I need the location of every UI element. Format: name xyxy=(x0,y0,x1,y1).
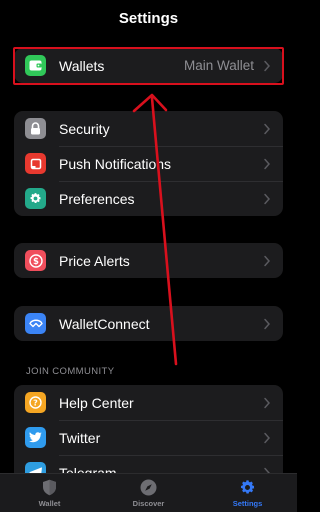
tab-label: Settings xyxy=(232,499,263,508)
twitter-icon xyxy=(25,427,46,448)
chevron-right-icon xyxy=(264,397,271,408)
shield-icon xyxy=(43,479,56,496)
svg-text:?: ? xyxy=(33,399,38,408)
price-alerts-group: $ Price Alerts xyxy=(14,243,283,278)
settings-row-push-notifications[interactable]: Push Notifications xyxy=(14,146,283,181)
gear-icon xyxy=(25,188,46,209)
chevron-right-icon xyxy=(264,158,271,169)
chevron-right-icon xyxy=(264,193,271,204)
lock-icon xyxy=(25,118,46,139)
settings-row-label: Preferences xyxy=(59,190,135,207)
help-icon: ? xyxy=(25,392,46,413)
tab-discover[interactable]: Discover xyxy=(99,474,198,512)
settings-row-walletconnect[interactable]: WalletConnect xyxy=(14,306,283,341)
section-header-join-community: JOIN COMMUNITY xyxy=(26,366,115,377)
notification-icon xyxy=(25,153,46,174)
nav-header: Settings xyxy=(0,0,297,36)
settings-row-preferences[interactable]: Preferences xyxy=(14,181,283,216)
walletconnect-icon xyxy=(25,313,46,334)
gear-icon xyxy=(240,480,255,494)
tab-label: Wallet xyxy=(38,499,61,508)
settings-row-label: Wallets xyxy=(59,57,105,74)
settings-row-price-alerts[interactable]: $ Price Alerts xyxy=(14,243,283,278)
page-title: Settings xyxy=(118,9,179,27)
settings-row-label: Help Center xyxy=(59,394,134,411)
settings-row-label: WalletConnect xyxy=(59,315,150,332)
settings-row-twitter[interactable]: Twitter xyxy=(14,420,283,455)
tab-label: Discover xyxy=(132,499,165,508)
settings-row-help-center[interactable]: ? Help Center xyxy=(14,385,283,420)
settings-row-label: Twitter xyxy=(59,429,101,446)
selected-wallet-value: Main Wallet xyxy=(183,58,254,73)
walletconnect-group: WalletConnect xyxy=(14,306,283,341)
general-settings-group: Security Push Notifications Preferences xyxy=(14,111,283,216)
wallets-group: Wallets Main Wallet xyxy=(14,48,283,83)
settings-row-security[interactable]: Security xyxy=(14,111,283,146)
settings-row-label: Price Alerts xyxy=(59,252,130,269)
price-alert-icon: $ xyxy=(25,250,46,271)
settings-row-wallets[interactable]: Wallets Main Wallet xyxy=(14,48,283,83)
svg-text:$: $ xyxy=(33,257,39,267)
chevron-right-icon xyxy=(264,255,271,266)
settings-row-label: Security xyxy=(59,120,110,137)
tab-settings[interactable]: Settings xyxy=(198,474,297,512)
wallet-icon xyxy=(25,55,46,76)
chevron-right-icon xyxy=(264,432,271,443)
chevron-right-icon xyxy=(264,318,271,329)
chevron-right-icon xyxy=(264,123,271,134)
compass-icon xyxy=(140,479,157,496)
chevron-right-icon xyxy=(264,60,271,71)
tab-bar: Wallet Discover Settings xyxy=(0,473,297,512)
tab-wallet[interactable]: Wallet xyxy=(0,474,99,512)
settings-row-label: Push Notifications xyxy=(59,155,172,172)
